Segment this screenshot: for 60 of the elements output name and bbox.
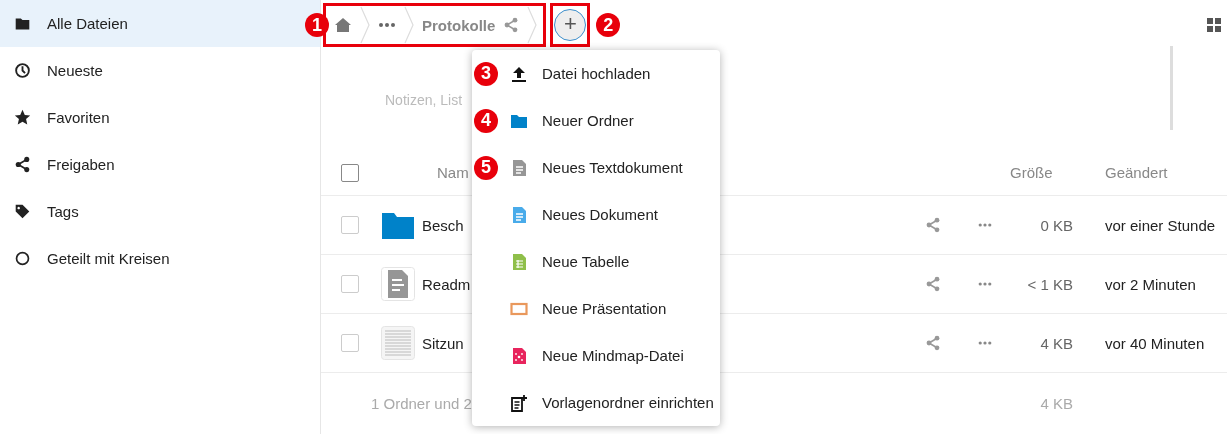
- tag-icon: [14, 203, 31, 220]
- file-name[interactable]: Besch: [422, 216, 464, 234]
- share-icon[interactable]: [925, 276, 941, 292]
- sidebar-item[interactable]: Freigaben: [0, 141, 320, 188]
- annotation-marker: 4: [474, 108, 498, 133]
- spreadsheet-icon: [510, 252, 528, 271]
- menu-item[interactable]: Neue Präsentation: [472, 285, 720, 332]
- summary-size: 4 KB: [1039, 394, 1073, 412]
- row-checkbox[interactable]: [341, 334, 359, 352]
- select-all-checkbox[interactable]: [341, 163, 359, 182]
- file-name[interactable]: Readm: [422, 275, 471, 293]
- menu-item[interactable]: 3 Datei hochladen: [472, 50, 720, 97]
- share-icon: [14, 156, 31, 173]
- sidebar-item[interactable]: Favoriten: [0, 94, 320, 141]
- menu-item[interactable]: Neues Dokument: [472, 191, 720, 238]
- sidebar-item[interactable]: Neueste: [0, 47, 320, 94]
- menu-item[interactable]: Vorlagenordner einrichten: [472, 379, 720, 426]
- column-header[interactable]: Nam: [437, 164, 469, 181]
- row-checkbox[interactable]: [341, 216, 359, 234]
- grid-view-icon[interactable]: [1207, 18, 1221, 32]
- clock-icon: [14, 62, 31, 79]
- chevron-icon: [527, 6, 538, 44]
- menu-item[interactable]: Neue Mindmap-Datei: [472, 332, 720, 379]
- menu-item[interactable]: 5 Neues Textdokument: [472, 144, 720, 191]
- document-thumbnail-icon: [381, 326, 415, 360]
- summary-text: 1 Ordner und 2: [371, 394, 469, 412]
- share-icon[interactable]: [925, 335, 941, 351]
- sidebar-item[interactable]: Tags: [0, 188, 320, 235]
- row-checkbox[interactable]: [341, 275, 359, 293]
- file-size: 4 KB: [1039, 334, 1073, 352]
- column-header[interactable]: Geändert: [1105, 164, 1227, 181]
- circle-icon: [14, 250, 31, 267]
- modified-time: vor 40 Minuten: [1105, 334, 1206, 352]
- text-file-icon: [510, 158, 528, 177]
- modified-time: vor einer Stunde: [1105, 216, 1217, 234]
- chevron-icon: [360, 6, 370, 44]
- file-size: < 1 KB: [1026, 275, 1073, 293]
- home-icon[interactable]: [334, 16, 352, 34]
- folder-icon: [14, 15, 31, 32]
- file-size: 0 KB: [1039, 216, 1073, 234]
- menu-item[interactable]: 4 Neuer Ordner: [472, 97, 720, 144]
- annotation-marker: 2: [596, 13, 621, 37]
- chevron-icon: [404, 6, 414, 44]
- share-icon[interactable]: [925, 217, 941, 233]
- sidebar-item[interactable]: Geteilt mit Kreisen: [0, 235, 320, 282]
- upload-icon: [510, 64, 528, 83]
- annotation-marker: 5: [474, 155, 498, 180]
- star-icon: [14, 109, 31, 126]
- document-icon: [510, 205, 528, 224]
- mindmap-icon: [510, 346, 528, 365]
- column-header[interactable]: Größe: [1010, 164, 1090, 181]
- new-button[interactable]: +: [554, 9, 587, 41]
- annotation-marker: 3: [474, 61, 498, 86]
- modified-time: vor 2 Minuten: [1105, 275, 1197, 293]
- breadcrumb-item[interactable]: Protokolle: [422, 16, 496, 34]
- menu-item[interactable]: Neue Tabelle: [472, 238, 720, 285]
- file-name[interactable]: Sitzun: [422, 334, 464, 352]
- text-file-icon: [381, 267, 415, 301]
- template-icon: [510, 393, 528, 412]
- share-icon[interactable]: [503, 17, 520, 33]
